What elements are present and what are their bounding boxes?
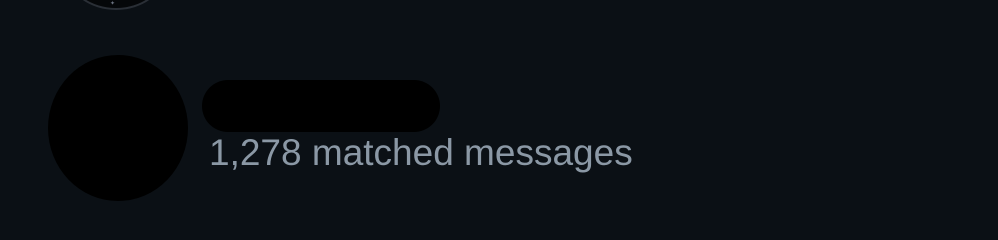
previous-result-avatar[interactable]: ✦ xyxy=(68,0,164,10)
matched-messages-count: 1,278 matched messages xyxy=(209,132,633,173)
avatar-image-icon: ✦ xyxy=(110,1,116,7)
avatar[interactable] xyxy=(48,55,188,201)
search-result-row[interactable]: 1,278 matched messages xyxy=(0,50,998,206)
display-name-redacted xyxy=(202,80,440,132)
search-results-screen: ✦ 1,278 matched messages xyxy=(0,0,998,240)
